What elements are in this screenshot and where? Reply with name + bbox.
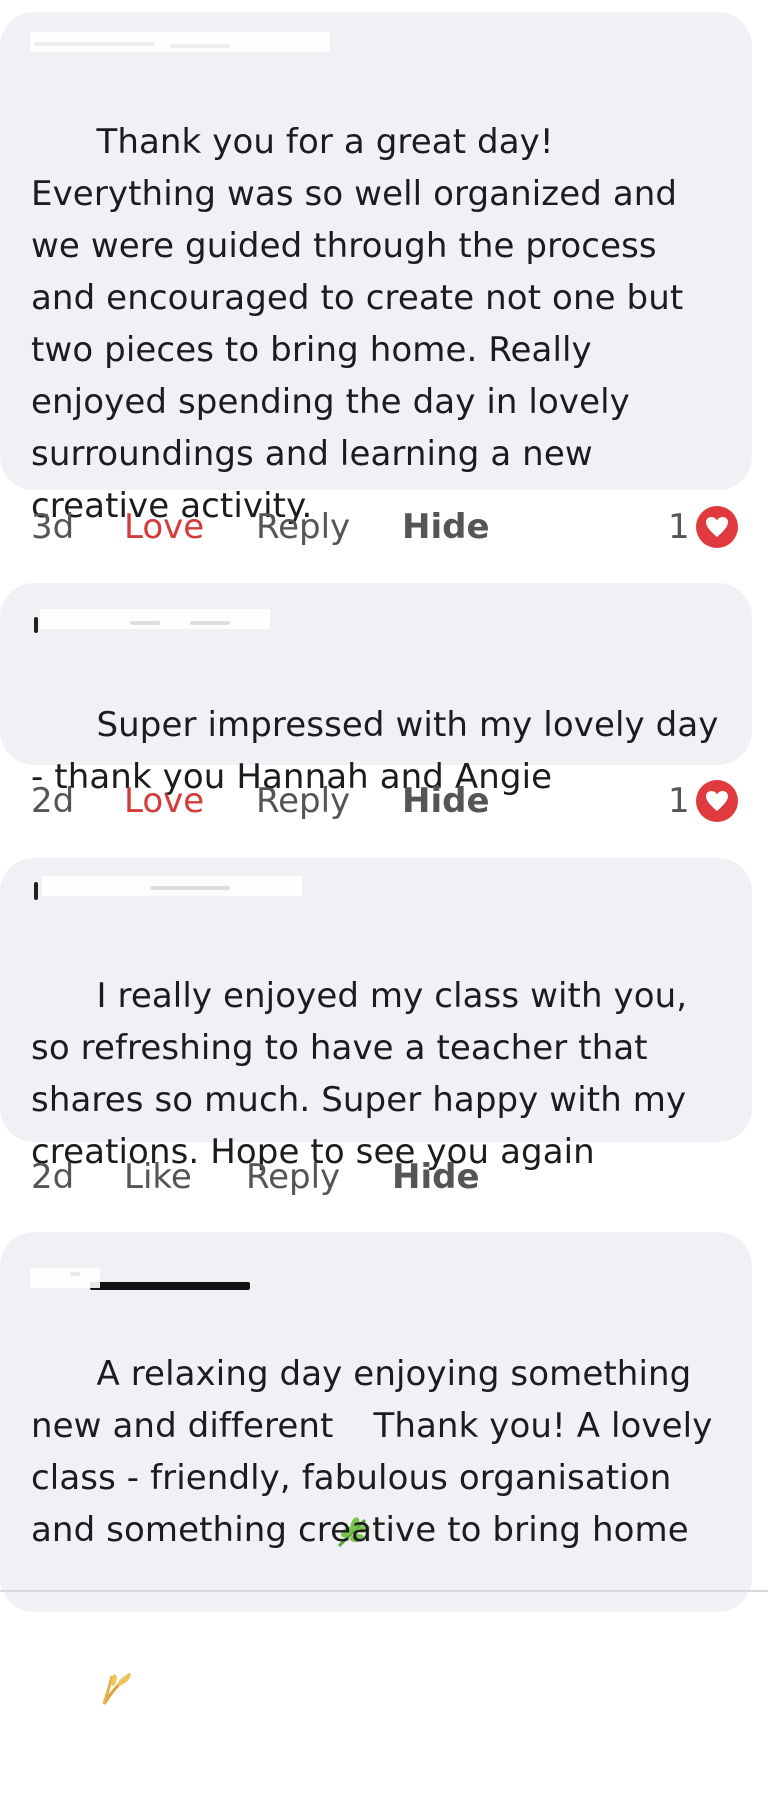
comment-bubble: I really enjoyed my class with you, so r… — [0, 858, 752, 1172]
heart-reaction-icon[interactable] — [696, 506, 738, 548]
author-name-redacted[interactable] — [30, 876, 302, 900]
reaction-count[interactable]: 1 — [668, 502, 690, 552]
love-button[interactable]: Love — [124, 502, 204, 552]
heart-reaction-icon[interactable] — [696, 780, 738, 822]
reply-button[interactable]: Reply — [256, 502, 350, 552]
hide-button[interactable]: Hide — [392, 1152, 480, 1202]
divider — [0, 1590, 768, 1592]
comment-actions: 3d Love Reply Hide 1 — [0, 502, 752, 552]
author-name-redacted[interactable] — [30, 1268, 250, 1290]
love-button[interactable]: Love — [124, 776, 204, 826]
comment-bubble: Super impressed with my lovely day - tha… — [0, 583, 752, 797]
reply-button[interactable]: Reply — [246, 1152, 340, 1202]
comment-time: 2d — [31, 1157, 75, 1197]
comment-text: A relaxing day enjoying something new an… — [31, 1296, 731, 1705]
comment-actions: 2d Like Reply Hide — [0, 1152, 752, 1202]
comment-bubble: A relaxing day enjoying something new an… — [0, 1232, 752, 1705]
herb-icon — [333, 1408, 373, 1547]
comment-actions: 2d Love Reply Hide 1 — [0, 776, 752, 826]
like-button[interactable]: Like — [124, 1152, 192, 1202]
reply-button[interactable]: Reply — [256, 776, 350, 826]
author-name-redacted[interactable] — [30, 32, 330, 52]
comment-time: 2d — [31, 781, 75, 821]
hide-button[interactable]: Hide — [402, 776, 490, 826]
comment-time: 3d — [31, 507, 75, 547]
sheaf-of-rice-icon — [96, 1564, 136, 1705]
reaction-count[interactable]: 1 — [668, 776, 690, 826]
comment-bubble: Thank you for a great day! Everything wa… — [0, 12, 752, 682]
author-name-redacted[interactable] — [30, 609, 270, 633]
hide-button[interactable]: Hide — [402, 502, 490, 552]
